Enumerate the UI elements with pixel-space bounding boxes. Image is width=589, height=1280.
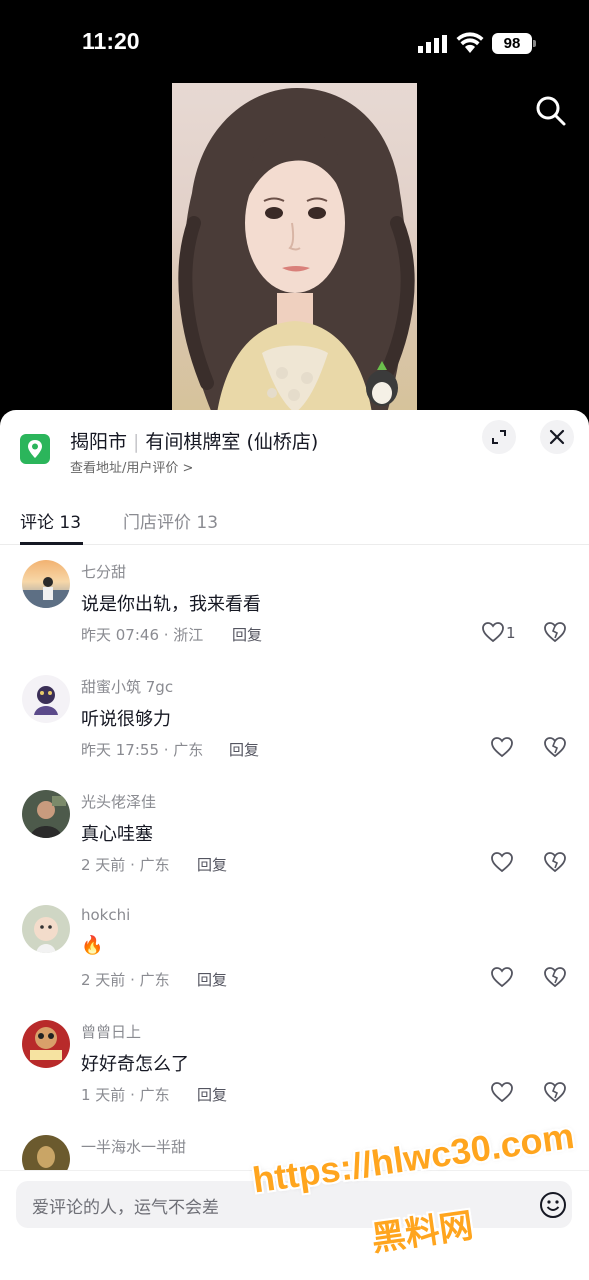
reply-button[interactable]: 回复 bbox=[197, 1084, 227, 1105]
comment-item[interactable]: 七分甜 说是你出轨，我来看看 昨天 07:46 · 浙江 回复 1 bbox=[0, 560, 589, 675]
comment-meta: 1 天前 · 广东 bbox=[81, 1086, 170, 1104]
comment-meta: 昨天 07:46 · 浙江 bbox=[81, 626, 204, 644]
comment-text: 🔥 bbox=[81, 935, 104, 956]
avatar[interactable] bbox=[22, 560, 70, 608]
status-bar: 11:20 98 bbox=[0, 0, 589, 80]
status-time: 11:20 bbox=[82, 28, 140, 54]
cellular-signal-icon bbox=[418, 35, 447, 53]
expand-button[interactable] bbox=[482, 420, 516, 454]
comment-item[interactable]: 甜蜜小筑 7gc 听说很够力 昨天 17:55 · 广东 回复 bbox=[0, 675, 589, 790]
broken-heart-icon[interactable] bbox=[543, 966, 567, 988]
poi-title[interactable]: 揭阳市 | 有间棋牌室 (仙桥店) bbox=[70, 427, 318, 454]
comment-username[interactable]: 甜蜜小筑 7gc bbox=[81, 676, 173, 697]
broken-heart-icon[interactable] bbox=[543, 1081, 567, 1103]
comment-username[interactable]: 一半海水一半甜 bbox=[81, 1136, 186, 1157]
avatar[interactable] bbox=[22, 1020, 70, 1068]
wifi-icon bbox=[456, 32, 484, 53]
video-thumbnail[interactable] bbox=[172, 83, 417, 413]
avatar[interactable] bbox=[22, 790, 70, 838]
watermark-text: 黑料网 bbox=[369, 1205, 476, 1260]
battery-level: 98 bbox=[492, 33, 532, 54]
comment-input-placeholder: 爱评论的人，运气不会差 bbox=[32, 1198, 219, 1218]
expand-icon bbox=[492, 430, 506, 444]
portrait-image bbox=[178, 88, 415, 413]
comment-item[interactable]: 光头佬泽佳 真心哇塞 2 天前 · 广东 回复 bbox=[0, 790, 589, 905]
comment-item[interactable]: hokchi 🔥 2 天前 · 广东 回复 bbox=[0, 905, 589, 1020]
comment-username[interactable]: 七分甜 bbox=[81, 561, 126, 582]
comment-username[interactable]: 光头佬泽佳 bbox=[81, 791, 156, 812]
watermark: https://hlwc30.com 黑料网 bbox=[250, 1115, 580, 1270]
broken-heart-icon[interactable] bbox=[543, 851, 567, 873]
comment-username[interactable]: 曾曾日上 bbox=[81, 1021, 141, 1042]
battery-indicator: 98 bbox=[492, 33, 536, 54]
poi-address-link[interactable]: 查看地址/用户评价 > bbox=[70, 457, 193, 476]
heart-icon[interactable] bbox=[490, 851, 514, 873]
heart-icon[interactable] bbox=[481, 621, 505, 643]
avatar[interactable] bbox=[22, 905, 70, 953]
location-pin-icon[interactable] bbox=[20, 434, 50, 464]
broken-heart-icon[interactable] bbox=[543, 621, 567, 643]
reply-button[interactable]: 回复 bbox=[229, 739, 259, 760]
comment-tabs: 评论 13 门店评价 13 bbox=[0, 498, 589, 545]
heart-icon[interactable] bbox=[490, 966, 514, 988]
broken-heart-icon[interactable] bbox=[543, 736, 567, 758]
like-count: 1 bbox=[506, 624, 516, 642]
poi-store-name: 有间棋牌室 (仙桥店) bbox=[145, 431, 319, 453]
reply-button[interactable]: 回复 bbox=[232, 624, 262, 645]
comment-text: 真心哇塞 bbox=[81, 824, 153, 845]
search-icon[interactable] bbox=[535, 95, 567, 127]
comment-item[interactable]: 曾曾日上 好好奇怎么了 1 天前 · 广东 回复 bbox=[0, 1020, 589, 1135]
active-tab-indicator bbox=[20, 542, 83, 545]
tab-comments[interactable]: 评论 13 bbox=[20, 508, 81, 533]
comment-text: 说是你出轨，我来看看 bbox=[81, 594, 261, 615]
comment-text: 好好奇怎么了 bbox=[81, 1054, 189, 1075]
avatar[interactable] bbox=[22, 675, 70, 723]
comment-meta: 2 天前 · 广东 bbox=[81, 971, 170, 989]
comment-text: 听说很够力 bbox=[81, 709, 171, 730]
reply-button[interactable]: 回复 bbox=[197, 969, 227, 990]
reply-button[interactable]: 回复 bbox=[197, 854, 227, 875]
title-divider: | bbox=[133, 431, 140, 453]
comment-username[interactable]: hokchi bbox=[81, 906, 130, 924]
close-button[interactable] bbox=[540, 420, 574, 454]
poi-city: 揭阳市 bbox=[70, 431, 128, 453]
heart-icon[interactable] bbox=[490, 736, 514, 758]
comment-meta: 昨天 17:55 · 广东 bbox=[81, 741, 204, 759]
tab-store-reviews[interactable]: 门店评价 13 bbox=[123, 508, 218, 533]
heart-icon[interactable] bbox=[490, 1081, 514, 1103]
close-icon bbox=[549, 429, 565, 445]
comment-meta: 2 天前 · 广东 bbox=[81, 856, 170, 874]
